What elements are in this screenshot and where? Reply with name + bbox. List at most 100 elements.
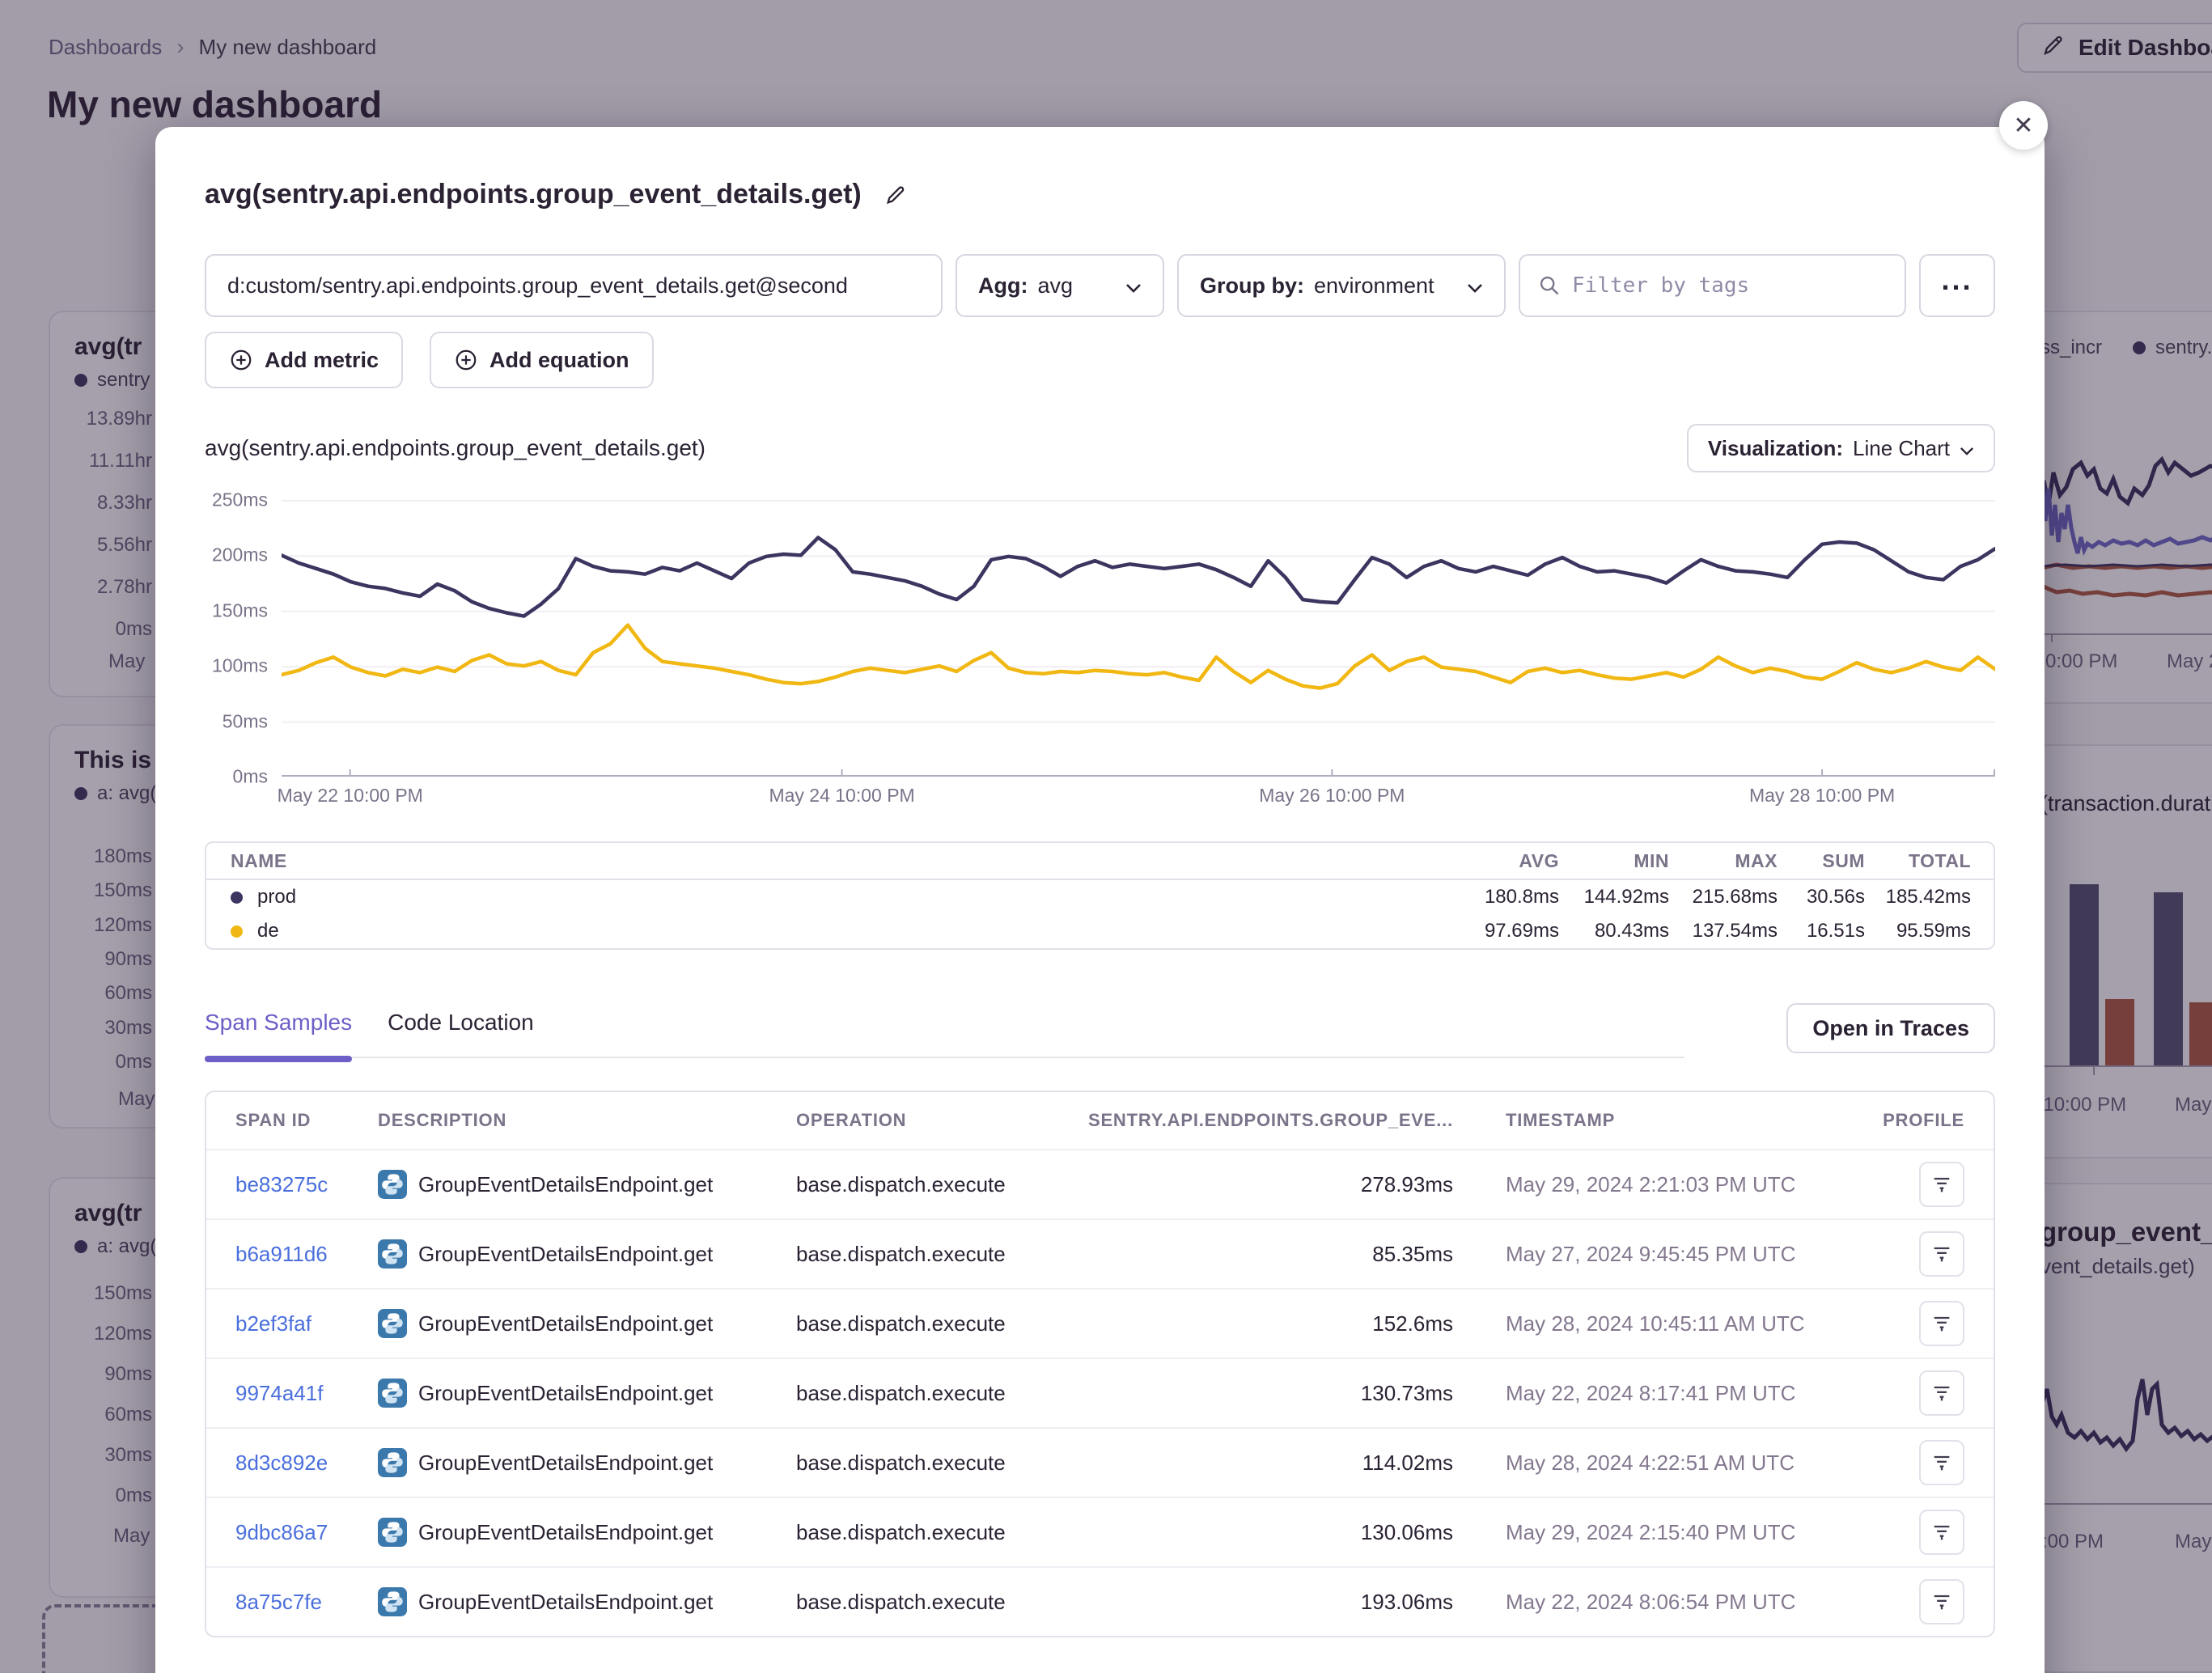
chevron-down-icon [1960, 436, 1974, 461]
span-id-link[interactable]: be83275c [235, 1172, 378, 1197]
col-timestamp: TIMESTAMP [1453, 1110, 1854, 1131]
open-in-traces-button[interactable]: Open in Traces [1786, 1003, 1995, 1053]
more-options-button[interactable]: ... [1919, 254, 1995, 317]
span-description: GroupEventDetailsEndpoint.get [418, 1311, 713, 1336]
col-operation: OPERATION [796, 1110, 1085, 1131]
group-by-label: Group by: [1200, 273, 1304, 299]
span-sample-row: be83275c GroupEventDetailsEndpoint.get b… [206, 1149, 1994, 1218]
span-id-link[interactable]: 9974a41f [235, 1381, 378, 1406]
python-icon [378, 1379, 407, 1408]
filter-by-tags-input[interactable] [1572, 273, 1887, 298]
profiling-icon [1930, 1521, 1953, 1544]
agg-dropdown[interactable]: Agg:avg [956, 254, 1164, 317]
profile-button[interactable] [1919, 1440, 1964, 1485]
tab-code-location[interactable]: Code Location [388, 1010, 534, 1036]
span-duration: 114.02ms [1085, 1451, 1453, 1476]
metric-details-modal: ✕ avg(sentry.api.endpoints.group_event_d… [155, 127, 2045, 1673]
summary-col-name: NAME [231, 850, 1430, 872]
series-sum: 30.56s [1778, 886, 1865, 909]
span-id-link[interactable]: 8a75c7fe [235, 1590, 378, 1615]
summary-series-row[interactable]: prod 180.8ms 144.92ms 215.68ms 30.56s 18… [206, 880, 1994, 914]
add-metric-button[interactable]: Add metric [205, 332, 403, 388]
python-icon [378, 1587, 407, 1616]
span-id-link[interactable]: b6a911d6 [235, 1242, 378, 1267]
summary-col-min: MIN [1559, 850, 1669, 872]
python-icon [378, 1309, 407, 1338]
visualization-label: Visualization: [1708, 436, 1843, 461]
span-duration: 130.73ms [1085, 1381, 1453, 1406]
span-duration: 278.93ms [1085, 1172, 1453, 1197]
group-by-value: environment [1314, 273, 1434, 299]
span-timestamp: May 27, 2024 9:45:45 PM UTC [1453, 1242, 1854, 1267]
profile-button[interactable] [1919, 1370, 1964, 1416]
summary-col-sum: SUM [1778, 850, 1865, 872]
profiling-icon [1930, 1173, 1953, 1196]
span-description: GroupEventDetailsEndpoint.get [418, 1451, 713, 1476]
profile-button[interactable] [1919, 1231, 1964, 1277]
span-sample-row: b6a911d6 GroupEventDetailsEndpoint.get b… [206, 1218, 1994, 1288]
span-description: GroupEventDetailsEndpoint.get [418, 1242, 713, 1267]
chevron-down-icon [1467, 273, 1483, 299]
span-operation: base.dispatch.execute [796, 1311, 1085, 1336]
add-equation-button[interactable]: Add equation [430, 332, 653, 388]
span-samples-table: SPAN ID DESCRIPTION OPERATION SENTRY.API… [205, 1091, 1995, 1637]
add-equation-label: Add equation [489, 348, 629, 373]
samples-header-row: SPAN ID DESCRIPTION OPERATION SENTRY.API… [206, 1092, 1994, 1149]
profile-button[interactable] [1919, 1301, 1964, 1346]
profile-button[interactable] [1919, 1162, 1964, 1207]
python-icon [378, 1518, 407, 1547]
profile-button[interactable] [1919, 1510, 1964, 1555]
span-id-link[interactable]: b2ef3faf [235, 1311, 378, 1336]
chevron-down-icon [1125, 273, 1142, 299]
span-operation: base.dispatch.execute [796, 1451, 1085, 1476]
span-sample-row: b2ef3faf GroupEventDetailsEndpoint.get b… [206, 1288, 1994, 1357]
series-max: 215.68ms [1669, 886, 1778, 909]
samples-tabs: Span Samples Code Location [205, 1010, 1684, 1058]
summary-header-row: NAME AVG MIN MAX SUM TOTAL [206, 843, 1994, 880]
profiling-icon [1930, 1312, 1953, 1335]
modal-title: avg(sentry.api.endpoints.group_event_det… [205, 179, 862, 210]
group-by-dropdown[interactable]: Group by: environment [1177, 254, 1506, 317]
span-sample-row: 8a75c7fe GroupEventDetailsEndpoint.get b… [206, 1566, 1994, 1636]
agg-value: avg [1037, 273, 1073, 299]
span-timestamp: May 29, 2024 2:15:40 PM UTC [1453, 1520, 1854, 1545]
filter-by-tags-box [1519, 254, 1906, 317]
metric-input[interactable] [205, 254, 943, 317]
edit-title-pencil-icon[interactable] [883, 182, 909, 208]
span-operation: base.dispatch.execute [796, 1381, 1085, 1406]
span-sample-row: 9974a41f GroupEventDetailsEndpoint.get b… [206, 1357, 1994, 1427]
span-id-link[interactable]: 8d3c892e [235, 1451, 378, 1476]
series-name: prod [257, 886, 296, 909]
span-description: GroupEventDetailsEndpoint.get [418, 1520, 713, 1545]
profile-button[interactable] [1919, 1579, 1964, 1624]
series-min: 80.43ms [1559, 920, 1669, 942]
y-axis-labels: 0ms50ms100ms150ms200ms250ms [205, 500, 282, 777]
plus-circle-icon [454, 348, 478, 372]
python-icon [378, 1239, 407, 1269]
chart-subtitle: avg(sentry.api.endpoints.group_event_det… [205, 435, 706, 461]
chart-plot-area[interactable] [282, 500, 1995, 777]
close-icon[interactable]: ✕ [1999, 101, 2048, 150]
span-timestamp: May 22, 2024 8:17:41 PM UTC [1453, 1381, 1854, 1406]
span-id-link[interactable]: 9dbc86a7 [235, 1520, 378, 1545]
series-sum: 16.51s [1778, 920, 1865, 942]
span-description: GroupEventDetailsEndpoint.get [418, 1590, 713, 1615]
python-icon [378, 1448, 407, 1477]
col-description: DESCRIPTION [378, 1110, 796, 1131]
col-profile: PROFILE [1854, 1110, 1964, 1131]
summary-col-max: MAX [1669, 850, 1778, 872]
visualization-dropdown[interactable]: Visualization: Line Chart [1687, 424, 1995, 472]
span-operation: base.dispatch.execute [796, 1172, 1085, 1197]
span-timestamp: May 29, 2024 2:21:03 PM UTC [1453, 1172, 1854, 1197]
span-operation: base.dispatch.execute [796, 1520, 1085, 1545]
summary-col-avg: AVG [1430, 850, 1559, 872]
span-timestamp: May 28, 2024 4:22:51 AM UTC [1453, 1451, 1854, 1476]
col-metric-value: SENTRY.API.ENDPOINTS.GROUP_EVE... [1085, 1110, 1453, 1131]
span-sample-row: 9dbc86a7 GroupEventDetailsEndpoint.get b… [206, 1497, 1994, 1566]
summary-series-row[interactable]: de 97.69ms 80.43ms 137.54ms 16.51s 95.59… [206, 914, 1994, 948]
series-color-dot [231, 892, 243, 904]
span-sample-row: 8d3c892e GroupEventDetailsEndpoint.get b… [206, 1427, 1994, 1497]
series-min: 144.92ms [1559, 886, 1669, 909]
series-avg: 180.8ms [1430, 886, 1559, 909]
tab-span-samples[interactable]: Span Samples [205, 1010, 352, 1036]
